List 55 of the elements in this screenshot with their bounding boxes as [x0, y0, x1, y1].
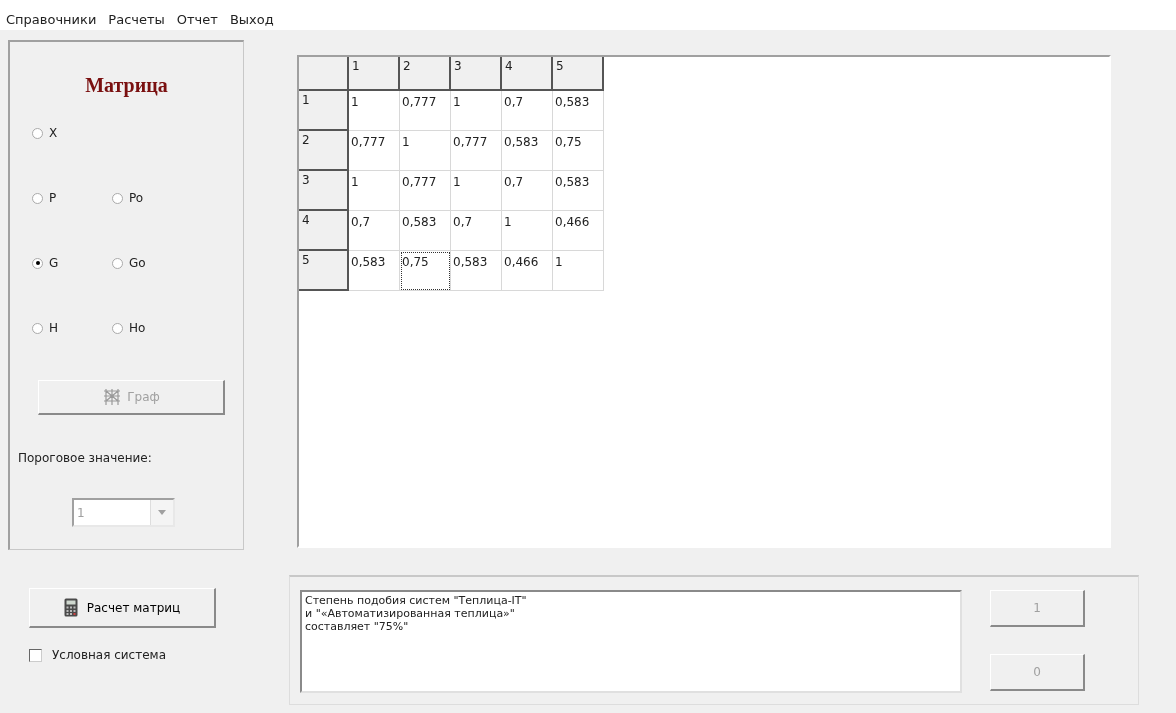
table-cell[interactable]: 1 — [349, 91, 400, 131]
table-cell[interactable]: 0,583 — [400, 211, 451, 251]
table-cell[interactable]: 0,777 — [400, 171, 451, 211]
table-cell[interactable]: 0,583 — [553, 91, 604, 131]
radio-option[interactable]: P — [32, 189, 112, 207]
column-header: 4 — [502, 57, 553, 91]
column-header: 5 — [553, 57, 604, 91]
calculator-icon — [63, 598, 78, 617]
menu-item[interactable]: Справочники — [6, 12, 97, 30]
table-cell[interactable]: 0,583 — [451, 251, 502, 291]
row-header: 1 — [299, 91, 349, 131]
table-cell[interactable]: 1 — [502, 211, 553, 251]
row-header: 2 — [299, 131, 349, 171]
radio-option[interactable]: H — [32, 319, 112, 337]
table-cell[interactable]: 0,466 — [553, 211, 604, 251]
panel-title: Матрица — [84, 74, 169, 97]
table-cell[interactable]: 1 — [451, 171, 502, 211]
table-cell[interactable]: 0,583 — [502, 131, 553, 171]
table-cell[interactable]: 0,777 — [349, 131, 400, 171]
column-header: 2 — [400, 57, 451, 91]
table-cell[interactable]: 0,777 — [451, 131, 502, 171]
conditional-system-checkbox[interactable]: Условная система — [29, 648, 244, 662]
radio-option[interactable]: Go — [112, 254, 192, 272]
menu-item[interactable]: Отчет — [176, 12, 218, 30]
table-cell[interactable]: 0,75 — [400, 251, 451, 291]
table-cell[interactable]: 0,7 — [502, 171, 553, 211]
table-cell[interactable]: 0,7 — [502, 91, 553, 131]
table-cell[interactable]: 1 — [400, 131, 451, 171]
radio-option[interactable]: Ho — [112, 319, 192, 337]
radio-option[interactable]: Po — [112, 189, 192, 207]
column-header: 3 — [451, 57, 502, 91]
table-cell[interactable]: 0,466 — [502, 251, 553, 291]
table-cell[interactable]: 0,7 — [349, 211, 400, 251]
table-cell[interactable]: 1 — [553, 251, 604, 291]
grid-corner — [299, 57, 349, 91]
row-header: 4 — [299, 211, 349, 251]
table-cell[interactable]: 0,583 — [553, 171, 604, 211]
menu-item[interactable]: Расчеты — [108, 12, 165, 30]
table-cell[interactable]: 0,75 — [553, 131, 604, 171]
table-cell[interactable]: 0,777 — [400, 91, 451, 131]
table-cell[interactable]: 1 — [451, 91, 502, 131]
column-header: 1 — [349, 57, 400, 91]
row-header: 3 — [299, 171, 349, 211]
grid-icon — [102, 388, 123, 406]
menu-item[interactable]: Выход — [229, 12, 274, 30]
threshold-label: Пороговое значение: — [18, 451, 153, 465]
table-cell[interactable]: 0,7 — [451, 211, 502, 251]
result-text-area: Степень подобия систем "Теплица-IT" и "«Автоматизированная теплица»" составляет "75%" — [300, 590, 962, 693]
radio-option[interactable]: G — [32, 254, 112, 272]
dropdown-arrow-icon — [158, 510, 166, 515]
row-header: 5 — [299, 251, 349, 291]
radio-option[interactable]: X — [32, 124, 112, 142]
calculate-button[interactable]: Расчет матриц — [29, 588, 216, 628]
table-cell[interactable]: 1 — [349, 171, 400, 211]
table-cell[interactable]: 0,583 — [349, 251, 400, 291]
